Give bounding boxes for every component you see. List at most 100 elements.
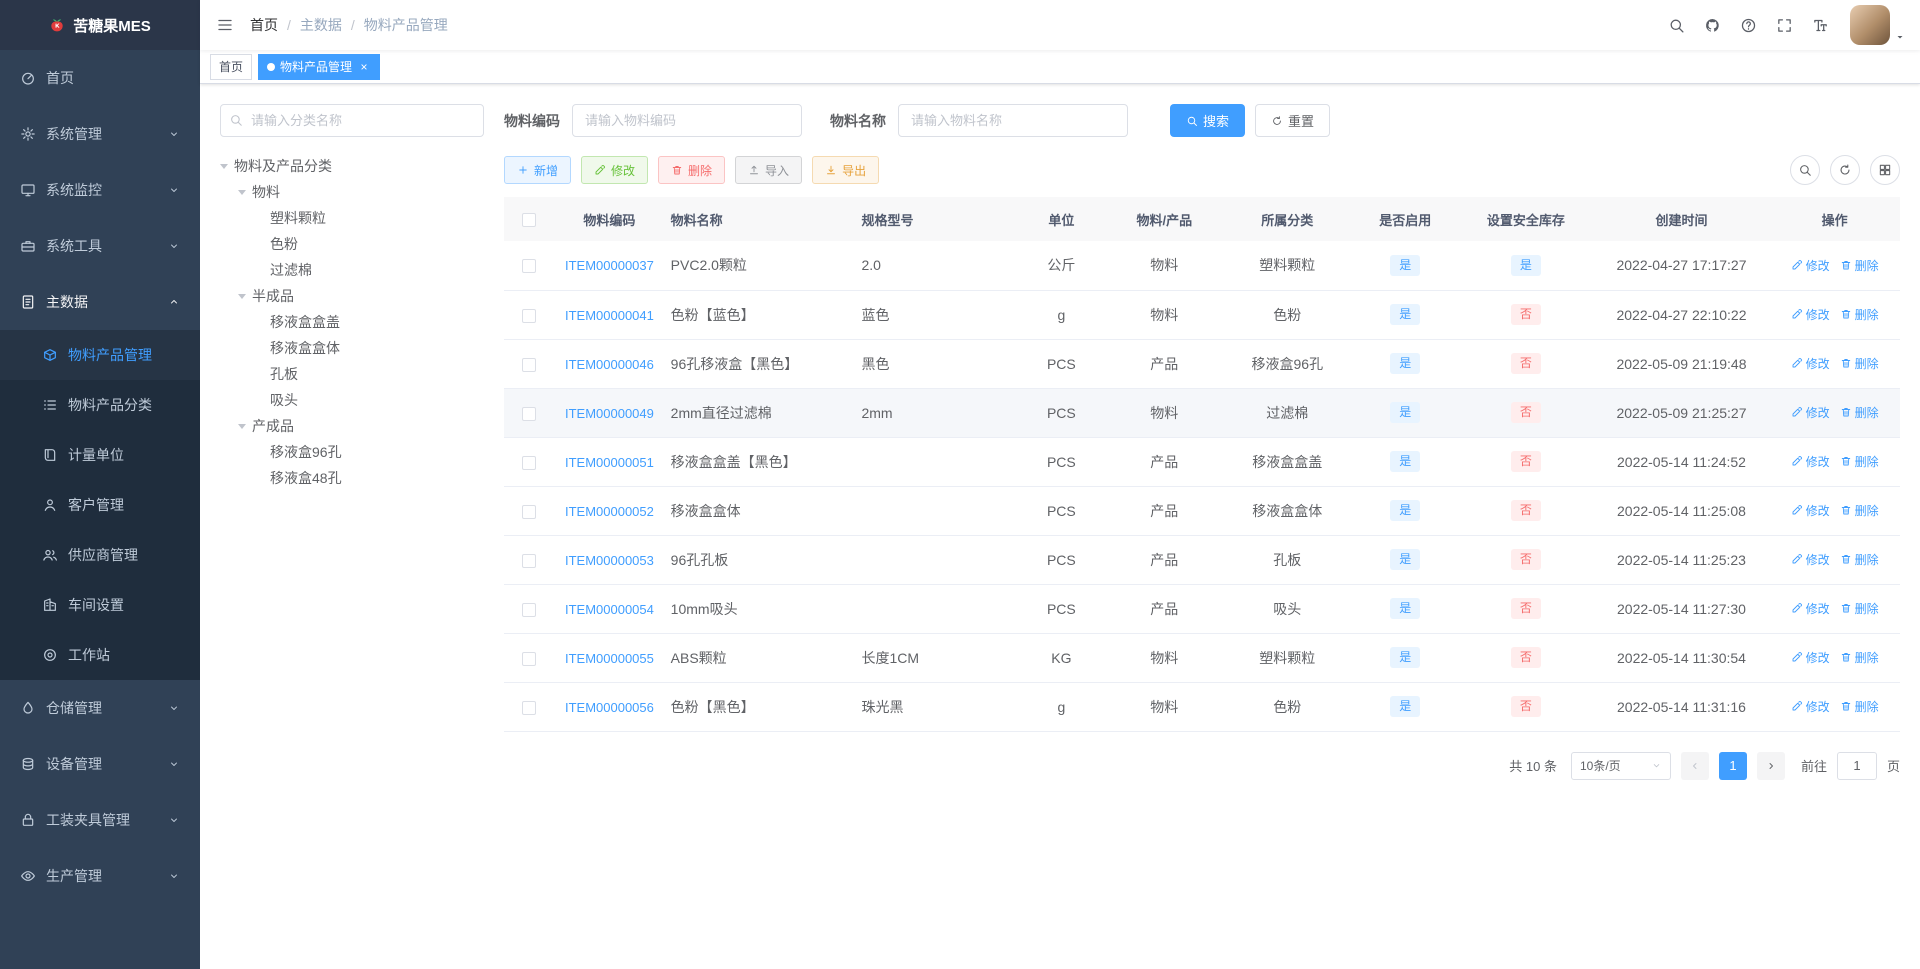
- github-button[interactable]: [1694, 0, 1730, 50]
- delete-button[interactable]: 删除: [658, 156, 726, 184]
- row-delete-link[interactable]: 删除: [1840, 649, 1879, 666]
- enabled-tag[interactable]: 是: [1390, 402, 1421, 423]
- row-checkbox[interactable]: [522, 308, 537, 323]
- edit-button[interactable]: 修改: [581, 156, 649, 184]
- sidebar-item-equipment[interactable]: 设备管理: [0, 736, 200, 792]
- tree-node[interactable]: 移液盒48孔: [220, 465, 484, 491]
- sidebar-subitem-unit[interactable]: 计量单位: [0, 430, 200, 480]
- enabled-tag[interactable]: 是: [1390, 598, 1421, 619]
- sidebar-item-monitoring[interactable]: 系统监控: [0, 162, 200, 218]
- row-checkbox[interactable]: [522, 602, 537, 617]
- row-edit-link[interactable]: 修改: [1791, 600, 1830, 617]
- enabled-tag[interactable]: 是: [1390, 647, 1421, 668]
- item-code-link[interactable]: ITEM00000053: [565, 553, 654, 568]
- sidebar-item-production[interactable]: 生产管理: [0, 848, 200, 904]
- page-size-select[interactable]: 10条/页: [1570, 751, 1671, 780]
- search-button[interactable]: 搜索: [1170, 104, 1246, 137]
- item-code-link[interactable]: ITEM00000037: [565, 258, 654, 273]
- row-checkbox[interactable]: [522, 504, 537, 519]
- sidebar-subitem-item-manage[interactable]: 物料产品管理: [0, 330, 200, 380]
- category-search-input[interactable]: [220, 104, 484, 137]
- row-delete-link[interactable]: 删除: [1840, 306, 1879, 323]
- row-edit-link[interactable]: 修改: [1791, 404, 1830, 421]
- safety-stock-tag[interactable]: 否: [1510, 353, 1541, 374]
- safety-stock-tag[interactable]: 否: [1510, 647, 1541, 668]
- sidebar-item-home[interactable]: 首页: [0, 50, 200, 106]
- tab-1[interactable]: 物料产品管理 ×: [258, 53, 381, 80]
- tab-close-icon[interactable]: ×: [357, 60, 371, 74]
- item-code-link[interactable]: ITEM00000052: [565, 504, 654, 519]
- row-edit-link[interactable]: 修改: [1791, 355, 1830, 372]
- enabled-tag[interactable]: 是: [1390, 451, 1421, 472]
- row-delete-link[interactable]: 删除: [1840, 404, 1879, 421]
- safety-stock-tag[interactable]: 否: [1510, 598, 1541, 619]
- item-code-link[interactable]: ITEM00000056: [565, 700, 654, 715]
- safety-stock-tag[interactable]: 否: [1510, 402, 1541, 423]
- enabled-tag[interactable]: 是: [1390, 696, 1421, 717]
- add-button[interactable]: 新增: [504, 156, 572, 184]
- tree-caret-icon[interactable]: [238, 189, 246, 199]
- safety-stock-tag[interactable]: 否: [1510, 451, 1541, 472]
- user-menu[interactable]: [1850, 5, 1906, 45]
- tab-0[interactable]: 首页: [210, 53, 253, 80]
- row-edit-link[interactable]: 修改: [1791, 698, 1830, 715]
- sidebar-item-masterdata[interactable]: 主数据: [0, 274, 200, 330]
- tree-node[interactable]: 塑料颗粒: [220, 205, 484, 231]
- row-checkbox[interactable]: [522, 357, 537, 372]
- goto-page-input[interactable]: [1836, 751, 1877, 780]
- row-checkbox[interactable]: [522, 406, 537, 421]
- row-edit-link[interactable]: 修改: [1791, 453, 1830, 470]
- tree-caret-icon[interactable]: [238, 293, 246, 303]
- tree-node[interactable]: 物料及产品分类: [220, 153, 484, 179]
- safety-stock-tag[interactable]: 否: [1510, 304, 1541, 325]
- tree-node[interactable]: 吸头: [220, 387, 484, 413]
- item-code-link[interactable]: ITEM00000055: [565, 651, 654, 666]
- tree-node[interactable]: 物料: [220, 179, 484, 205]
- safety-stock-tag[interactable]: 否: [1510, 500, 1541, 521]
- item-code-link[interactable]: ITEM00000051: [565, 455, 654, 470]
- font-size-button[interactable]: [1802, 0, 1838, 50]
- row-delete-link[interactable]: 删除: [1840, 502, 1879, 519]
- refresh-table-button[interactable]: [1830, 155, 1860, 185]
- row-checkbox[interactable]: [522, 700, 537, 715]
- row-edit-link[interactable]: 修改: [1791, 257, 1830, 274]
- sidebar-subitem-workshop[interactable]: 车间设置: [0, 580, 200, 630]
- sidebar-item-warehouse[interactable]: 仓储管理: [0, 680, 200, 736]
- export-button[interactable]: 导出: [812, 156, 880, 184]
- sidebar-item-system[interactable]: 系统管理: [0, 106, 200, 162]
- page-number-button[interactable]: 1: [1718, 751, 1747, 780]
- tree-caret-icon[interactable]: [238, 423, 246, 433]
- item-code-link[interactable]: ITEM00000041: [565, 308, 654, 323]
- breadcrumb-item[interactable]: 首页: [250, 15, 278, 35]
- import-button[interactable]: 导入: [735, 156, 803, 184]
- row-delete-link[interactable]: 删除: [1840, 355, 1879, 372]
- header-search-button[interactable]: [1658, 0, 1694, 50]
- sidebar-subitem-item-category[interactable]: 物料产品分类: [0, 380, 200, 430]
- tree-node[interactable]: 半成品: [220, 283, 484, 309]
- row-edit-link[interactable]: 修改: [1791, 649, 1830, 666]
- sidebar-subitem-customer[interactable]: 客户管理: [0, 480, 200, 530]
- item-code-link[interactable]: ITEM00000049: [565, 406, 654, 421]
- select-all-checkbox[interactable]: [522, 212, 537, 227]
- tree-node[interactable]: 移液盒96孔: [220, 439, 484, 465]
- row-delete-link[interactable]: 删除: [1840, 453, 1879, 470]
- row-edit-link[interactable]: 修改: [1791, 502, 1830, 519]
- row-edit-link[interactable]: 修改: [1791, 306, 1830, 323]
- tree-node[interactable]: 孔板: [220, 361, 484, 387]
- sidebar-subitem-workstation[interactable]: 工作站: [0, 630, 200, 680]
- tree-node[interactable]: 移液盒盒盖: [220, 309, 484, 335]
- help-button[interactable]: [1730, 0, 1766, 50]
- next-page-button[interactable]: [1756, 751, 1785, 780]
- row-delete-link[interactable]: 删除: [1840, 551, 1879, 568]
- tree-caret-icon[interactable]: [220, 163, 228, 173]
- enabled-tag[interactable]: 是: [1390, 304, 1421, 325]
- safety-stock-tag[interactable]: 否: [1510, 696, 1541, 717]
- row-edit-link[interactable]: 修改: [1791, 551, 1830, 568]
- row-delete-link[interactable]: 删除: [1840, 257, 1879, 274]
- safety-stock-tag[interactable]: 否: [1510, 549, 1541, 570]
- safety-stock-tag[interactable]: 是: [1510, 254, 1541, 276]
- reset-button[interactable]: 重置: [1255, 104, 1331, 137]
- toggle-search-button[interactable]: [1790, 155, 1820, 185]
- row-checkbox[interactable]: [522, 455, 537, 470]
- tree-node[interactable]: 产成品: [220, 413, 484, 439]
